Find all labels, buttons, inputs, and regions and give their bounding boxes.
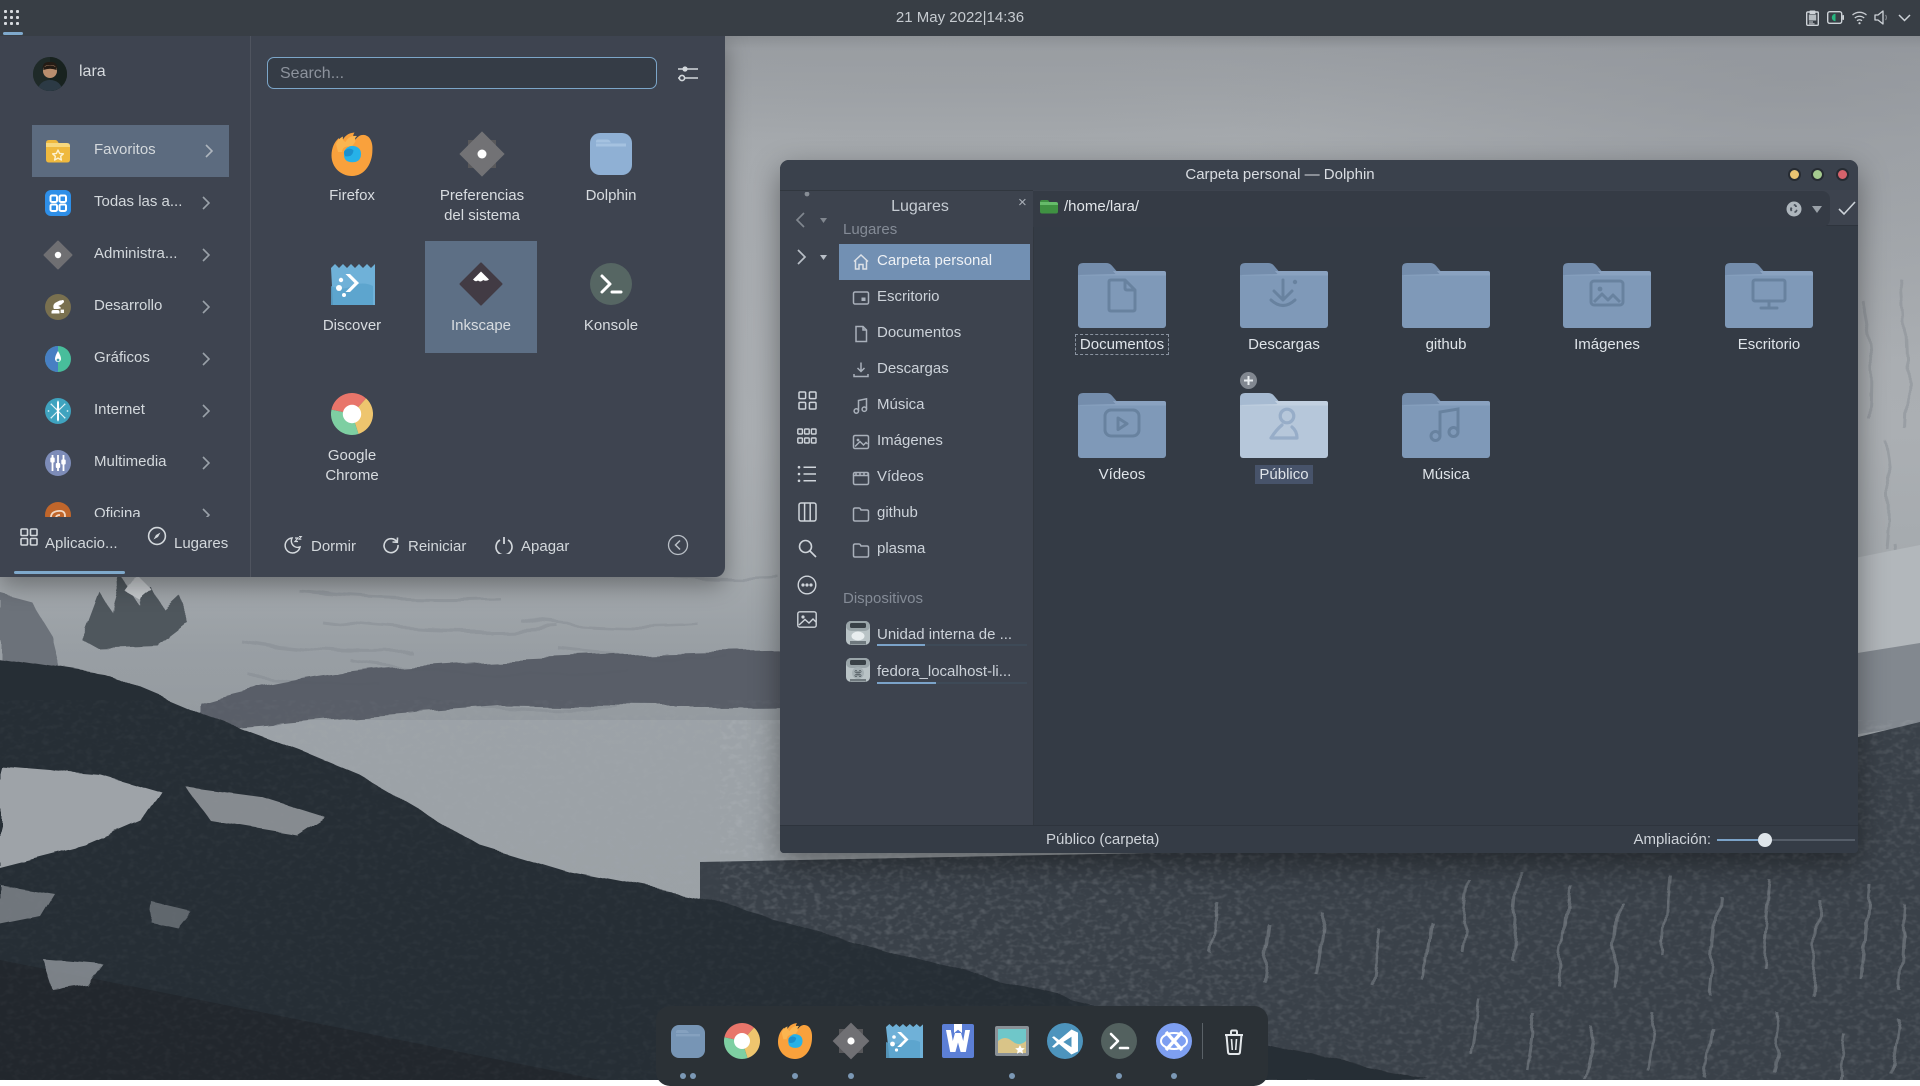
svg-text:⌘: ⌘ — [854, 669, 863, 679]
